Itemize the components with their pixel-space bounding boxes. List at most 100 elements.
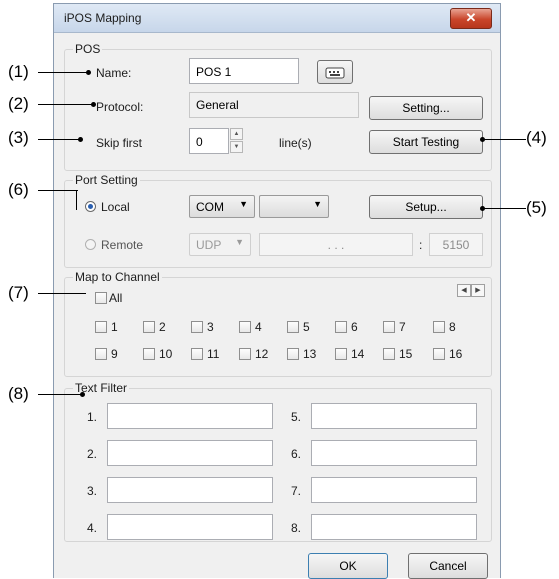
remote-label: Remote <box>101 238 144 252</box>
channel-8-checkbox[interactable] <box>433 321 445 333</box>
callout-8-line <box>38 394 82 395</box>
name-label: Name: <box>96 66 132 80</box>
callout-6-line <box>38 190 78 191</box>
channel-2-label: 2 <box>159 320 166 334</box>
chevron-down-icon: ▼ <box>235 237 244 247</box>
callout-3-line <box>38 139 80 140</box>
cancel-button[interactable]: Cancel <box>408 553 488 579</box>
local-radio-dot <box>88 204 93 209</box>
remote-radio[interactable] <box>85 239 96 250</box>
filter-7-field[interactable] <box>311 477 477 503</box>
spin-up-button[interactable]: ▲ <box>230 128 243 140</box>
callout-7: (7) <box>8 283 29 302</box>
channel-16-label: 16 <box>449 347 463 361</box>
filter-3-field[interactable] <box>107 477 273 503</box>
local-port-select[interactable]: ▼ <box>259 195 329 218</box>
channel-14-label: 14 <box>351 347 365 361</box>
filter-5-field[interactable] <box>311 403 477 429</box>
ok-button[interactable]: OK <box>308 553 388 579</box>
channel-14-checkbox[interactable] <box>335 348 347 360</box>
local-type-select[interactable]: COM ▼ <box>189 195 255 218</box>
callout-4-dot <box>480 137 485 142</box>
channel-2-checkbox[interactable] <box>143 321 155 333</box>
channel-11-checkbox[interactable] <box>191 348 203 360</box>
setting-button[interactable]: Setting... <box>369 96 483 120</box>
filter-8-label: 8. <box>291 521 302 535</box>
filter-4-field[interactable] <box>107 514 273 540</box>
keyboard-button[interactable] <box>317 60 353 84</box>
callout-2-dot <box>91 102 96 107</box>
protocol-field: General <box>189 92 359 118</box>
remote-port-field[interactable]: 5150 <box>429 233 483 256</box>
channel-13-label: 13 <box>303 347 317 361</box>
close-button[interactable]: ✕ <box>450 8 492 29</box>
port-setting-legend: Port Setting <box>73 173 140 187</box>
callout-8-dot <box>80 392 85 397</box>
filter-6-field[interactable] <box>311 440 477 466</box>
channel-6-label: 6 <box>351 320 358 334</box>
map-to-channel-group: Map to Channel All ◀ ▶ 1 2 3 4 5 6 7 8 9… <box>64 270 492 377</box>
filter-8-field[interactable] <box>311 514 477 540</box>
ip-dots: . . . <box>327 238 345 252</box>
channel-1-checkbox[interactable] <box>95 321 107 333</box>
scroll-right-button[interactable]: ▶ <box>471 284 485 297</box>
remote-type-select[interactable]: UDP ▼ <box>189 233 251 256</box>
channel-4-label: 4 <box>255 320 262 334</box>
port-setting-group: Port Setting Local COM ▼ ▼ Setup... Remo… <box>64 173 492 268</box>
callout-5-line <box>482 208 526 209</box>
channel-16-checkbox[interactable] <box>433 348 445 360</box>
name-field[interactable]: POS 1 <box>189 58 299 84</box>
all-checkbox[interactable] <box>95 292 107 304</box>
text-filter-group: Text Filter 1. 2. 3. 4. 5. 6. 7. 8. <box>64 381 492 542</box>
channel-5-checkbox[interactable] <box>287 321 299 333</box>
channel-13-checkbox[interactable] <box>287 348 299 360</box>
filter-2-field[interactable] <box>107 440 273 466</box>
start-testing-button[interactable]: Start Testing <box>369 130 483 154</box>
callout-4-line <box>482 139 526 140</box>
skip-first-label: Skip first <box>96 136 143 150</box>
keyboard-icon <box>325 67 345 79</box>
channel-9-label: 9 <box>111 347 118 361</box>
title-bar: iPOS Mapping ✕ <box>54 4 500 33</box>
channel-6-checkbox[interactable] <box>335 321 347 333</box>
filter-1-field[interactable] <box>107 403 273 429</box>
channel-1-label: 1 <box>111 320 118 334</box>
chevron-down-icon: ▼ <box>239 199 248 209</box>
callout-6: (6) <box>8 180 29 199</box>
setup-button[interactable]: Setup... <box>369 195 483 219</box>
filter-1-label: 1. <box>87 410 98 424</box>
filter-6-label: 6. <box>291 447 302 461</box>
spin-down-button[interactable]: ▼ <box>230 141 243 153</box>
channel-12-label: 12 <box>255 347 269 361</box>
channel-15-checkbox[interactable] <box>383 348 395 360</box>
channel-9-checkbox[interactable] <box>95 348 107 360</box>
callout-1-line <box>38 72 88 73</box>
callout-5-dot <box>480 206 485 211</box>
callout-1: (1) <box>8 62 29 81</box>
filter-2-label: 2. <box>87 447 98 461</box>
channel-10-checkbox[interactable] <box>143 348 155 360</box>
callout-2-line <box>38 104 93 105</box>
channel-4-checkbox[interactable] <box>239 321 251 333</box>
local-radio[interactable] <box>85 201 96 212</box>
scroll-left-button[interactable]: ◀ <box>457 284 471 297</box>
filter-3-label: 3. <box>87 484 98 498</box>
remote-ip-field[interactable]: . . . <box>259 233 413 256</box>
local-type-value: COM <box>196 200 224 214</box>
dialog-title: iPOS Mapping <box>64 11 142 25</box>
channel-3-checkbox[interactable] <box>191 321 203 333</box>
callout-2: (2) <box>8 94 29 113</box>
callout-7-line <box>38 293 86 294</box>
port-colon: : <box>419 238 423 252</box>
callout-3-dot <box>78 137 83 142</box>
channel-7-checkbox[interactable] <box>383 321 395 333</box>
channel-10-label: 10 <box>159 347 173 361</box>
channel-12-checkbox[interactable] <box>239 348 251 360</box>
all-label: All <box>109 291 123 305</box>
callout-1-dot <box>86 70 91 75</box>
channel-5-label: 5 <box>303 320 310 334</box>
filter-5-label: 5. <box>291 410 302 424</box>
skip-lines-field[interactable]: 0 <box>189 128 229 154</box>
pos-group: POS Name: POS 1 Protocol: General Settin… <box>64 42 492 171</box>
protocol-label: Protocol: <box>96 100 144 114</box>
